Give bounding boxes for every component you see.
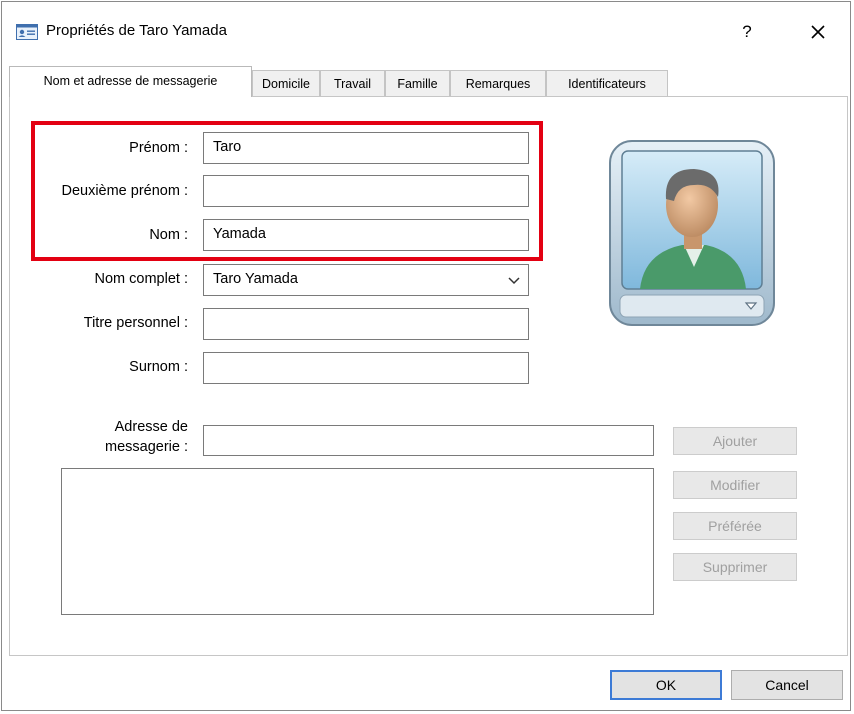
email-label: Adresse de messagerie : (105, 417, 188, 457)
email-list[interactable] (61, 468, 654, 615)
tab-home[interactable]: Domicile (252, 70, 320, 96)
set-preferred-button[interactable]: Préférée (673, 512, 797, 540)
full-name-label: Nom complet : (94, 271, 188, 287)
cancel-button[interactable]: Cancel (731, 670, 843, 700)
tab-family[interactable]: Famille (385, 70, 450, 96)
middle-name-label: Deuxième prénom : (61, 183, 188, 199)
full-name-select[interactable]: Taro Yamada (203, 264, 529, 296)
contact-card-icon (16, 24, 38, 40)
title-bar: Propriétés de Taro Yamada ? (2, 2, 850, 60)
personal-title-label: Titre personnel : (83, 315, 188, 331)
email-label-line1: Adresse de (114, 419, 188, 435)
full-name-value: Taro Yamada (213, 271, 298, 287)
ok-button[interactable]: OK (610, 670, 722, 700)
nickname-label: Surnom : (129, 359, 188, 375)
last-name-label: Nom : (149, 227, 188, 243)
first-name-field[interactable]: Taro (203, 132, 529, 164)
personal-title-field[interactable] (203, 308, 529, 340)
middle-name-field[interactable] (203, 175, 529, 207)
tab-notes[interactable]: Remarques (450, 70, 546, 96)
contact-photo[interactable] (602, 135, 782, 335)
help-button[interactable]: ? (732, 18, 762, 46)
last-name-field[interactable]: Yamada (203, 219, 529, 251)
close-button[interactable] (800, 16, 836, 46)
email-label-line2: messagerie : (104, 439, 188, 455)
tab-work[interactable]: Travail (320, 70, 385, 96)
add-email-button[interactable]: Ajouter (673, 427, 797, 455)
window-title: Propriétés de Taro Yamada (46, 22, 227, 39)
nickname-field[interactable] (203, 352, 529, 384)
contact-properties-dialog: Propriétés de Taro Yamada ? Nom et adres… (1, 1, 851, 711)
tab-identifiers[interactable]: Identificateurs (546, 70, 668, 96)
tab-name-and-email[interactable]: Nom et adresse de messagerie (9, 66, 252, 97)
first-name-label: Prénom : (129, 140, 188, 156)
edit-email-button[interactable]: Modifier (673, 471, 797, 499)
chevron-down-icon (508, 277, 520, 285)
close-icon (811, 25, 825, 39)
email-field[interactable] (203, 425, 654, 456)
tab-strip: Nom et adresse de messagerie Domicile Tr… (9, 66, 847, 97)
delete-email-button[interactable]: Supprimer (673, 553, 797, 581)
